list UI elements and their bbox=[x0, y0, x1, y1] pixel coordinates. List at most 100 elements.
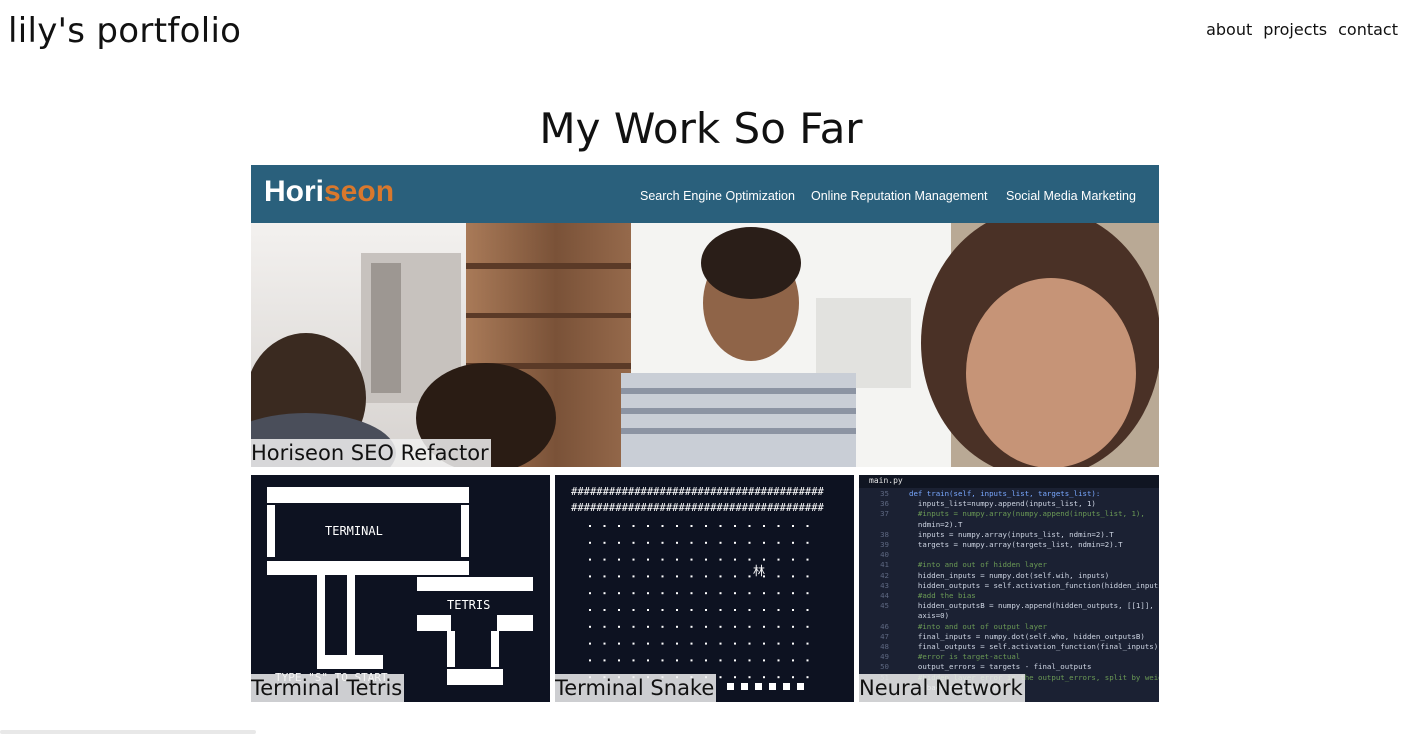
snake-board-dot bbox=[589, 592, 591, 595]
snake-board-dot bbox=[719, 558, 722, 561]
snake-board-dot bbox=[690, 525, 693, 527]
code-line: inputs_list=numpy.append(inputs_list, 1) bbox=[909, 499, 1096, 509]
snake-board-dot bbox=[748, 676, 751, 679]
snake-board-dot bbox=[676, 625, 678, 628]
nav-link-about[interactable]: about bbox=[1206, 19, 1252, 41]
code-line: output_errors = targets - final_outputs bbox=[909, 662, 1092, 672]
snake-board-dot bbox=[806, 558, 809, 561]
snake-board-dot bbox=[705, 625, 707, 628]
snake-board-dot bbox=[661, 525, 664, 527]
snake-board-dot bbox=[792, 676, 794, 679]
snake-board-dot bbox=[589, 575, 591, 578]
snake-board-dot bbox=[777, 558, 780, 561]
snake-board-dot bbox=[618, 525, 620, 527]
snake-board-dot bbox=[806, 575, 809, 578]
snake-board-dot bbox=[806, 592, 809, 595]
snake-board-dot bbox=[748, 592, 751, 595]
code-line-number: 36 bbox=[880, 499, 889, 509]
snake-board-dot bbox=[763, 558, 765, 561]
snake-board-dot bbox=[705, 575, 707, 578]
snake-board-dot bbox=[632, 659, 635, 662]
snake-board-dot bbox=[734, 642, 736, 645]
nav-link-contact[interactable]: contact bbox=[1338, 19, 1398, 41]
horiseon-hero-photo bbox=[251, 223, 1159, 467]
snake-board-dot bbox=[719, 642, 722, 645]
snake-board-dot bbox=[647, 558, 649, 561]
code-line-number: 37 bbox=[880, 509, 889, 519]
snake-board-dot bbox=[618, 609, 620, 611]
snake-board-dot bbox=[777, 642, 780, 645]
snake-board-dot bbox=[792, 609, 794, 611]
snake-board-dot bbox=[792, 659, 794, 662]
project-card-terminal-snake[interactable]: ########################################… bbox=[555, 475, 854, 702]
snake-board-dot bbox=[618, 625, 620, 628]
snake-board-dot bbox=[792, 625, 794, 628]
snake-board-dot bbox=[676, 659, 678, 662]
snake-board-dot bbox=[632, 575, 635, 578]
code-line-number: 41 bbox=[880, 560, 889, 570]
snake-board-dot bbox=[806, 609, 809, 611]
site-title: lily's portfolio bbox=[8, 11, 242, 51]
project-card-neural-network[interactable]: main.py 35 def train(self, inputs_list, t… bbox=[859, 475, 1159, 702]
snake-board-dot bbox=[806, 659, 809, 662]
snake-board-dot bbox=[690, 609, 693, 611]
code-editor: 35 def train(self, inputs_list, targets_l… bbox=[859, 475, 1159, 702]
code-line-number: 48 bbox=[880, 642, 889, 651]
code-line-number: 47 bbox=[880, 631, 889, 641]
code-line-number: 40 bbox=[880, 550, 889, 560]
snake-board-dot bbox=[690, 575, 693, 578]
horiseon-nav-item: Online Reputation Management bbox=[811, 189, 988, 203]
horizontal-scrollbar[interactable] bbox=[0, 730, 256, 734]
snake-board-dot bbox=[705, 642, 707, 645]
snake-board-dot bbox=[748, 541, 751, 544]
snake-board-dot bbox=[661, 558, 664, 561]
snake-board-dot bbox=[676, 541, 678, 544]
snake-board-dot bbox=[589, 659, 591, 662]
snake-board-dot bbox=[719, 575, 722, 578]
snake-board-dot bbox=[661, 541, 664, 544]
snake-board-dot bbox=[719, 676, 722, 679]
snake-board-dot bbox=[632, 558, 635, 561]
snake-board-dot bbox=[734, 676, 736, 679]
snake-board-dot bbox=[705, 558, 707, 561]
snake-board-dot bbox=[719, 659, 722, 662]
horiseon-nav-item: Search Engine Optimization bbox=[640, 189, 795, 203]
code-line-number: 35 bbox=[880, 489, 889, 498]
snake-board-dot bbox=[777, 592, 780, 595]
snake-board-dot bbox=[603, 558, 606, 561]
snake-board-dot bbox=[632, 525, 635, 527]
snake-board-dot bbox=[661, 642, 664, 645]
snake-board-dot bbox=[748, 525, 751, 527]
snake-board-dot bbox=[589, 541, 591, 544]
snake-board-dot bbox=[792, 525, 794, 527]
snake-board-dot bbox=[589, 525, 591, 527]
snake-board-dot bbox=[763, 625, 765, 628]
snake-board-dot bbox=[647, 575, 649, 578]
snake-board-dot bbox=[603, 525, 606, 527]
snake-board-dot bbox=[806, 541, 809, 544]
code-line: ndmin=2).T bbox=[909, 519, 963, 529]
project-card-terminal-tetris[interactable]: TERMINAL TETRIS TYPE "S" TO START Termin… bbox=[251, 475, 550, 702]
code-line: final_outputs = self.activation_function… bbox=[909, 642, 1159, 651]
snake-board-dot bbox=[792, 575, 794, 578]
snake-board-dot bbox=[676, 642, 678, 645]
code-line: final_inputs = numpy.dot(self.who, hidde… bbox=[909, 631, 1145, 641]
snake-board-dot bbox=[748, 625, 751, 628]
project-card-horiseon[interactable]: Horiseon Search Engine Optimization Onli… bbox=[251, 165, 1159, 467]
snake-board-dot bbox=[603, 541, 606, 544]
snake-board-dot bbox=[719, 592, 722, 595]
snake-board-dot bbox=[603, 592, 606, 595]
snake-board-dot bbox=[705, 659, 707, 662]
snake-board-dot bbox=[589, 625, 591, 628]
snake-board-dot bbox=[589, 558, 591, 561]
snake-board-dot bbox=[690, 592, 693, 595]
snake-board-dot bbox=[777, 659, 780, 662]
snake-board-dot bbox=[676, 525, 678, 527]
snake-board-dot bbox=[603, 642, 606, 645]
snake-wall-second: ######################################## bbox=[571, 502, 825, 514]
nav-link-projects[interactable]: projects bbox=[1263, 19, 1327, 41]
top-nav: about projects contact bbox=[1206, 19, 1398, 41]
snake-board-dot bbox=[806, 676, 809, 679]
snake-board-dot bbox=[763, 659, 765, 662]
snake-board-dot bbox=[632, 642, 635, 645]
